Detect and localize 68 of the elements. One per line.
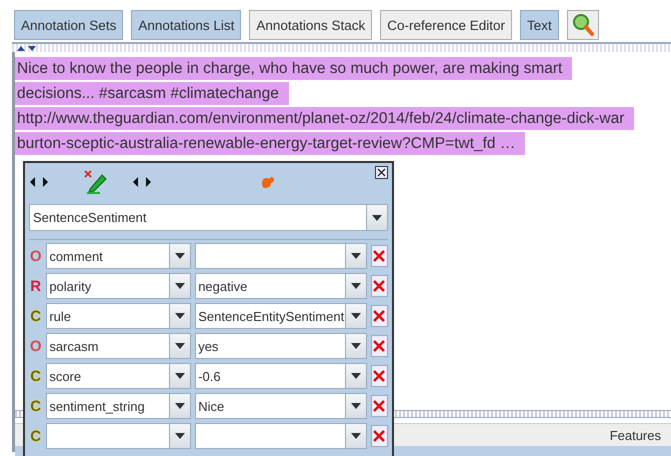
feature-value-dropdown[interactable]: negative (195, 273, 367, 299)
dropdown-arrow-icon (350, 403, 361, 409)
close-icon (373, 400, 386, 412)
highlighted-text: Nice to know the people in charge, who have so much power, are making smart (15, 57, 572, 80)
dropdown-arrow-icon (350, 253, 361, 259)
close-icon (373, 250, 386, 262)
delete-button[interactable] (370, 335, 388, 357)
feature-name-dropdown[interactable]: score (46, 363, 192, 389)
view-button[interactable]: Annotation Sets (14, 10, 124, 40)
collapse-arrows-icon[interactable] (16, 45, 38, 51)
feature-marker: C (29, 398, 42, 414)
dropdown-arrow-icon (175, 373, 186, 379)
dropdown-arrow-icon (350, 343, 361, 349)
delete-button[interactable] (370, 245, 388, 267)
delete-button[interactable] (370, 395, 388, 417)
column-header[interactable]: Features (610, 428, 661, 442)
dropdown-arrow-icon (350, 433, 361, 439)
view-button[interactable]: Text (520, 10, 559, 40)
dropdown-arrow-icon (175, 343, 186, 349)
feature-name-dropdown[interactable]: rule (46, 303, 192, 329)
highlighted-text: burton-sceptic-australia-renewable-energy-target-review?CMP=twt_fd … (15, 132, 526, 155)
delete-button[interactable] (370, 305, 388, 327)
highlighted-text: decisions... #sarcasm #climatechange (15, 82, 289, 105)
type-dropdown[interactable]: SentenceSentiment (29, 204, 388, 231)
dropdown-arrow-icon (350, 283, 361, 289)
feature-name-dropdown[interactable] (46, 423, 192, 449)
feature-name-dropdown[interactable]: sentiment_string (46, 393, 192, 419)
delete-pencil-icon[interactable] (82, 169, 108, 195)
close-icon (373, 310, 386, 322)
prev-next-arrows-icon[interactable] (29, 176, 49, 188)
feature-name-dropdown[interactable]: polarity (46, 273, 192, 299)
dropdown-arrow-icon (175, 253, 186, 259)
dropdown-arrow-icon (350, 373, 361, 379)
view-button[interactable]: Co-reference Editor (380, 10, 512, 40)
feature-marker: O (29, 248, 42, 264)
close-icon[interactable] (375, 166, 388, 179)
feature-value-dropdown[interactable]: yes (195, 333, 367, 359)
view-button[interactable]: Annotations List (131, 10, 242, 40)
delete-button[interactable] (370, 365, 388, 387)
prev-next-arrows-icon[interactable] (132, 176, 152, 188)
feature-marker: C (29, 368, 42, 384)
delete-button[interactable] (370, 425, 388, 447)
feature-marker: C (29, 308, 42, 324)
dropdown-arrow-icon (175, 433, 186, 439)
close-icon (373, 280, 386, 292)
dropdown-arrow-icon (175, 313, 186, 319)
feature-value-dropdown[interactable]: Nice (195, 393, 367, 419)
search-icon (572, 13, 594, 37)
feature-name-dropdown[interactable]: sarcasm (46, 333, 192, 359)
view-button[interactable]: Annotations Stack (249, 10, 372, 40)
feature-value-dropdown[interactable]: -0.6 (195, 363, 367, 389)
feature-value-dropdown[interactable] (195, 423, 367, 449)
search-button[interactable] (566, 10, 599, 40)
delete-button[interactable] (370, 275, 388, 297)
dropdown-arrow-icon (350, 313, 361, 319)
feature-marker: R (29, 278, 42, 294)
dropdown-arrow-icon (372, 214, 382, 220)
dropdown-arrow-icon (175, 283, 186, 289)
highlighted-text: http://www.theguardian.com/environment/planet-oz/2014/feb/24/climate-change-dick-war (15, 107, 634, 130)
close-icon (373, 340, 386, 352)
feature-marker: C (29, 428, 42, 444)
dropdown-arrow-icon (175, 403, 186, 409)
feature-value-dropdown[interactable] (195, 243, 367, 269)
feature-value-dropdown[interactable]: SentenceEntitySentiment (195, 303, 367, 329)
feature-marker: O (29, 338, 42, 354)
feature-name-dropdown[interactable]: comment (46, 243, 192, 269)
close-icon (373, 370, 386, 382)
close-icon (373, 430, 386, 442)
